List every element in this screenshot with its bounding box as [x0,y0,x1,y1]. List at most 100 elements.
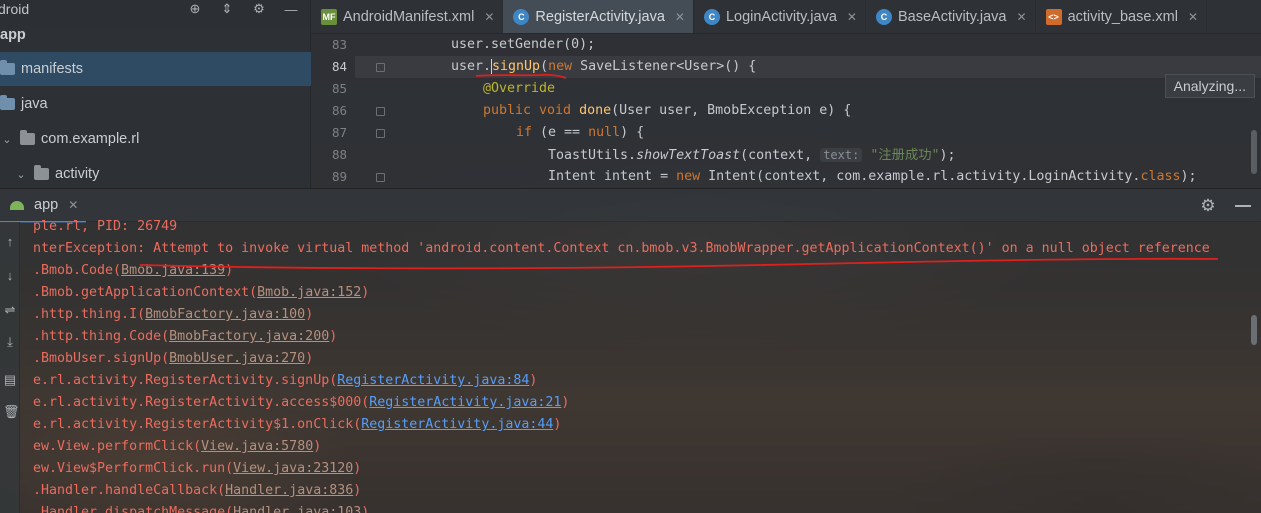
gear-icon[interactable]: ⚙ [1199,197,1217,215]
close-icon[interactable]: ✕ [68,198,78,212]
tab-label: LoginActivity.java [725,8,837,25]
stack-trace-link[interactable]: Bmob.java:139 [121,263,225,278]
run-panel-header: app ✕ ⚙ [0,188,1261,223]
line-number-gutter: 83 84 85 86 87 88 89 [311,34,355,188]
console-line: .Bmob.getApplicationContext(Bmob.java:15… [33,285,370,300]
console-line: e.rl.activity.RegisterActivity$1.onClick… [33,417,562,432]
close-icon[interactable]: ✕ [847,10,857,24]
console-line: ew.View$PerformClick.run(View.java:23120… [33,461,362,476]
project-title[interactable]: droid [0,1,29,17]
stack-trace-link[interactable]: Handler.java:103 [233,505,361,513]
console-line: ew.View.performClick(View.java:5780) [33,439,322,454]
console-line: e.rl.activity.RegisterActivity.access$00… [33,395,570,410]
trash-icon[interactable]: 🗑 [3,404,20,420]
line-number: 89 [331,169,347,184]
close-icon[interactable]: ✕ [1017,10,1027,24]
tab-activity-base-xml[interactable]: <> activity_base.xml ✕ [1036,0,1208,33]
code-line-87: if (e == null) { [516,125,645,140]
parameter-hint: text: [820,148,863,162]
code-editor[interactable]: 83 84 85 86 87 88 89 user.setGender(0); … [311,34,1261,188]
tree-item-app[interactable]: app [0,18,311,52]
minimize-icon[interactable] [1235,205,1251,207]
analyzing-status: Analyzing... [1164,74,1255,98]
line-number: 84 [331,59,347,74]
android-icon [10,200,24,210]
locate-icon[interactable]: ⊕ [186,0,204,18]
chevron-down-icon[interactable]: ⌄ [0,133,14,146]
print-icon[interactable]: ▤ [3,372,17,388]
stack-trace-link[interactable]: View.java:5780 [201,439,313,454]
close-icon[interactable]: ✕ [675,10,685,24]
close-icon[interactable]: ✕ [484,10,494,24]
stack-trace-link[interactable]: BmobFactory.java:200 [169,329,329,344]
package-icon [20,130,35,145]
editor-scrollbar[interactable] [1251,130,1257,174]
stack-trace-link[interactable]: BmobFactory.java:100 [145,307,305,322]
code-line-83: user.setGender(0); [451,37,596,52]
project-header: droid ⊕ ⇕ ⚙ — [0,0,310,18]
stack-trace-link[interactable]: BmobUser.java:270 [169,351,305,366]
tab-label: BaseActivity.java [897,8,1007,25]
collapse-all-icon[interactable]: ⇕ [218,0,236,18]
line-number: 85 [331,81,347,96]
project-tree-pane: droid ⊕ ⇕ ⚙ — app manifests java ⌄ com.e… [0,0,311,188]
fold-marker-icon[interactable] [376,173,385,182]
stack-trace-link[interactable]: RegisterActivity.java:21 [369,395,561,410]
tab-base-activity[interactable]: C BaseActivity.java ✕ [866,0,1036,33]
scroll-down-icon[interactable]: ↓ [3,268,17,284]
tree-item-label: java [21,96,48,112]
line-number: 87 [331,125,347,140]
stack-trace-link[interactable]: RegisterActivity.java:84 [337,373,529,388]
console-line: .http.thing.I(BmobFactory.java:100) [33,307,314,322]
fold-marker-icon[interactable] [376,107,385,116]
package-icon [34,165,49,180]
code-line-88: ToastUtils.showTextToast(context, text: … [548,148,956,163]
editor-tab-bar: MF AndroidManifest.xml ✕ C RegisterActiv… [311,0,1261,34]
class-icon: C [513,8,530,25]
console-line: .http.thing.Code(BmobFactory.java:200) [33,329,338,344]
stack-trace-link[interactable]: Handler.java:836 [225,483,353,498]
tab-label: AndroidManifest.xml [343,8,475,25]
code-line-85: @Override [483,81,556,96]
tab-login-activity[interactable]: C LoginActivity.java ✕ [694,0,866,33]
scroll-to-end-icon[interactable]: ⤓ [3,334,17,350]
console-line: .BmobUser.signUp(BmobUser.java:270) [33,351,314,366]
soft-wrap-icon[interactable]: ⇌ [3,302,17,318]
fold-marker-icon[interactable] [376,63,385,72]
tab-label: activity_base.xml [1067,8,1178,25]
settings-gear-icon[interactable]: ⚙ [250,0,268,18]
tree-item-label: manifests [21,61,84,77]
tree-item-manifests[interactable]: manifests [0,52,311,86]
close-icon[interactable]: ✕ [1188,10,1198,24]
code-line-89: Intent intent = new Intent(context, com.… [548,169,1197,184]
line-number: 83 [331,37,347,52]
console-line: e.rl.activity.RegisterActivity.signUp(Re… [33,373,538,388]
tab-register-activity[interactable]: C RegisterActivity.java ✕ [503,0,694,33]
run-tab-label: app [34,197,59,213]
tree-item-com-example-rl[interactable]: ⌄ com.example.rl [0,122,311,156]
hide-icon[interactable]: — [282,0,300,18]
xml-icon: <> [1045,8,1062,25]
console-toolbar: ↑ ↓ ⇌ ⤓ ▤ 🗑 [0,222,20,513]
chevron-down-icon[interactable]: ⌄ [14,168,28,181]
folder-icon [0,60,15,75]
console-line: .Bmob.Code(Bmob.java:139) [33,263,234,278]
console-line: nterException: Attempt to invoke virtual… [33,241,1210,256]
stack-trace-link[interactable]: RegisterActivity.java:44 [361,417,553,432]
tab-android-manifest[interactable]: MF AndroidManifest.xml ✕ [311,0,504,33]
console-line: .Handler.handleCallback(Handler.java:836… [33,483,362,498]
console-scrollbar[interactable] [1251,315,1257,345]
code-line-84: user.signUp(new SaveListener<User>() { [451,58,757,74]
stack-trace-link[interactable]: View.java:23120 [233,461,353,476]
code-line-86: public void done(User user, BmobExceptio… [483,103,852,118]
stack-trace-link[interactable]: Bmob.java:152 [257,285,361,300]
tab-label: RegisterActivity.java [535,8,665,25]
tree-item-label: app [0,27,26,43]
console-line: .Handler.dispatchMessage(Handler.java:10… [33,502,369,513]
tree-item-activity[interactable]: ⌄ activity [0,157,311,191]
scroll-up-icon[interactable]: ↑ [3,234,17,250]
fold-marker-icon[interactable] [376,129,385,138]
folder-icon [0,95,15,110]
class-icon: C [703,8,720,25]
tree-item-java[interactable]: java [0,87,311,121]
